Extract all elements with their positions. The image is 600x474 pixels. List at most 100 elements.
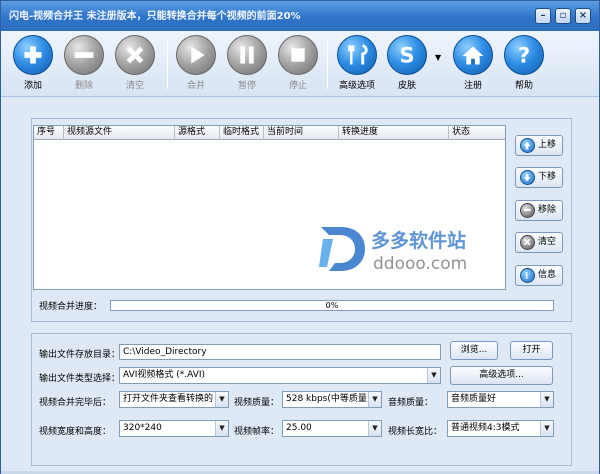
add-button[interactable]: 添加 xyxy=(8,35,58,91)
remove-item-label: 移除 xyxy=(538,205,557,215)
output-dir-value: C:\Video_Directory xyxy=(123,347,207,357)
chevron-down-icon: ▼ xyxy=(215,392,228,407)
chevron-down-icon: ▼ xyxy=(368,392,381,407)
after-merge-select[interactable]: 打开文件夹查看转换的 ▼ xyxy=(119,391,229,408)
fps-select[interactable]: 25.00 ▼ xyxy=(282,420,382,437)
main-window: 闪电-视频合并王 未注册版本，只能转换合并每个视频的前面20% – ▫ × 添加… xyxy=(0,0,600,474)
chevron-down-icon: ▼ xyxy=(540,421,553,436)
output-dir-field[interactable]: C:\Video_Directory xyxy=(119,344,441,360)
advanced-options-button[interactable]: 高级选项 xyxy=(332,35,382,91)
audio-quality-select[interactable]: 音频质量好 ▼ xyxy=(447,391,554,408)
aspect-label: 视频长宽比： xyxy=(388,427,443,437)
skin-button[interactable]: S 皮肤 xyxy=(382,35,432,91)
aspect-select[interactable]: 普通视频4:3模式 ▼ xyxy=(447,420,554,437)
minimize-icon[interactable]: – xyxy=(535,8,551,24)
output-dir-label: 输出文件存放目录： xyxy=(39,350,121,360)
clear-list-button[interactable]: 清空 xyxy=(515,232,563,253)
play-icon xyxy=(176,35,216,75)
output-type-select[interactable]: AVI视频格式 (*.AVI) ▼ xyxy=(119,367,441,384)
output-type-value: AVI视频格式 (*.AVI) xyxy=(123,370,206,380)
svg-text:S: S xyxy=(399,44,414,68)
pause-button[interactable]: 暂停 xyxy=(222,35,272,91)
remove-item-button[interactable]: 移除 xyxy=(515,200,563,221)
merge-label: 合并 xyxy=(186,81,205,91)
size-label: 视频宽度和高度： xyxy=(39,427,112,437)
skin-dropdown-icon[interactable]: ▼ xyxy=(435,53,441,62)
list-header: 序号 视频源文件 源格式 临时格式 当前时间 转换进度 状态 xyxy=(34,126,505,140)
info-button[interactable]: i 信息 xyxy=(515,265,563,286)
size-select[interactable]: 320*240 ▼ xyxy=(119,420,229,437)
home-icon xyxy=(453,35,493,75)
merge-progress-text: 0% xyxy=(325,301,339,310)
clear-button[interactable]: 清空 xyxy=(110,35,160,91)
size-value: 320*240 xyxy=(123,423,162,433)
minus-icon xyxy=(520,203,535,218)
column-header[interactable]: 临时格式 xyxy=(220,126,264,140)
column-header[interactable]: 源格式 xyxy=(175,126,220,140)
svg-text:i: i xyxy=(525,272,529,282)
help-icon: ? xyxy=(504,35,544,75)
arrow-up-icon xyxy=(520,138,535,153)
merge-progress-bar: 0% xyxy=(110,300,554,311)
info-label: 信息 xyxy=(538,270,557,280)
help-button[interactable]: ? 帮助 xyxy=(499,35,549,91)
chevron-down-icon: ▼ xyxy=(215,421,228,436)
advanced-settings-button[interactable]: 高级选项... xyxy=(450,366,553,385)
stop-icon xyxy=(278,35,318,75)
output-type-label: 输出文件类型选择： xyxy=(39,374,121,384)
watermark-logo: 多多软件站 ddooo.com xyxy=(319,227,467,274)
title-bar: 闪电-视频合并王 未注册版本，只能转换合并每个视频的前面20% – ▫ × xyxy=(1,1,599,31)
browse-button[interactable]: 浏览... xyxy=(450,341,498,360)
open-button[interactable]: 打开 xyxy=(510,341,553,360)
toolbar-separator xyxy=(167,39,168,89)
register-label: 注册 xyxy=(463,81,482,91)
watermark-en: ddooo.com xyxy=(373,254,467,274)
svg-text:?: ? xyxy=(518,44,530,68)
skin-icon: S xyxy=(387,35,427,75)
audio-quality-label: 音频质量： xyxy=(388,398,434,408)
after-merge-label: 视频合并完毕后： xyxy=(39,398,112,408)
column-header[interactable]: 视频源文件 xyxy=(64,126,175,140)
register-button[interactable]: 注册 xyxy=(448,35,498,91)
video-quality-select[interactable]: 528 kbps(中等质量) ▼ xyxy=(282,391,382,408)
advanced-options-icon xyxy=(337,35,377,75)
fps-label: 视频帧率： xyxy=(234,427,280,437)
clear-list-label: 清空 xyxy=(538,237,557,247)
clear-icon xyxy=(520,235,535,250)
merge-progress-label: 视频合并进度： xyxy=(39,302,103,312)
column-header[interactable]: 序号 xyxy=(34,126,64,140)
move-down-button[interactable]: 下移 xyxy=(515,167,563,188)
video-quality-label: 视频质量： xyxy=(234,398,280,408)
chevron-down-icon: ▼ xyxy=(427,368,440,383)
remove-button[interactable]: 删除 xyxy=(59,35,109,91)
stop-button[interactable]: 停止 xyxy=(273,35,323,91)
video-quality-value: 528 kbps(中等质量) xyxy=(286,394,371,404)
info-icon: i xyxy=(520,268,535,283)
aspect-value: 普通视频4:3模式 xyxy=(451,423,520,433)
pause-icon xyxy=(227,35,267,75)
restore-icon[interactable]: ▫ xyxy=(555,8,571,24)
toolbar-separator xyxy=(327,39,328,89)
move-up-button[interactable]: 上移 xyxy=(515,135,563,156)
add-label: 添加 xyxy=(23,81,42,91)
help-label: 帮助 xyxy=(514,81,533,91)
chevron-down-icon: ▼ xyxy=(540,392,553,407)
remove-icon xyxy=(64,35,104,75)
skin-label: 皮肤 xyxy=(397,81,416,91)
clear-icon xyxy=(115,35,155,75)
advanced-options-label: 高级选项 xyxy=(338,81,375,91)
stop-label: 停止 xyxy=(288,81,307,91)
merge-button[interactable]: 合并 xyxy=(171,35,221,91)
watermark-cn: 多多软件站 xyxy=(371,229,466,252)
remove-label: 删除 xyxy=(74,81,93,91)
close-icon[interactable]: × xyxy=(575,8,591,24)
move-down-label: 下移 xyxy=(538,172,557,182)
column-header[interactable]: 状态 xyxy=(449,126,505,140)
column-header[interactable]: 转换进度 xyxy=(339,126,449,140)
column-header[interactable]: 当前时间 xyxy=(264,126,339,140)
clear-label: 清空 xyxy=(125,81,144,91)
pause-label: 暂停 xyxy=(237,81,256,91)
chevron-down-icon: ▼ xyxy=(368,421,381,436)
move-up-label: 上移 xyxy=(538,140,557,150)
add-icon xyxy=(13,35,53,75)
